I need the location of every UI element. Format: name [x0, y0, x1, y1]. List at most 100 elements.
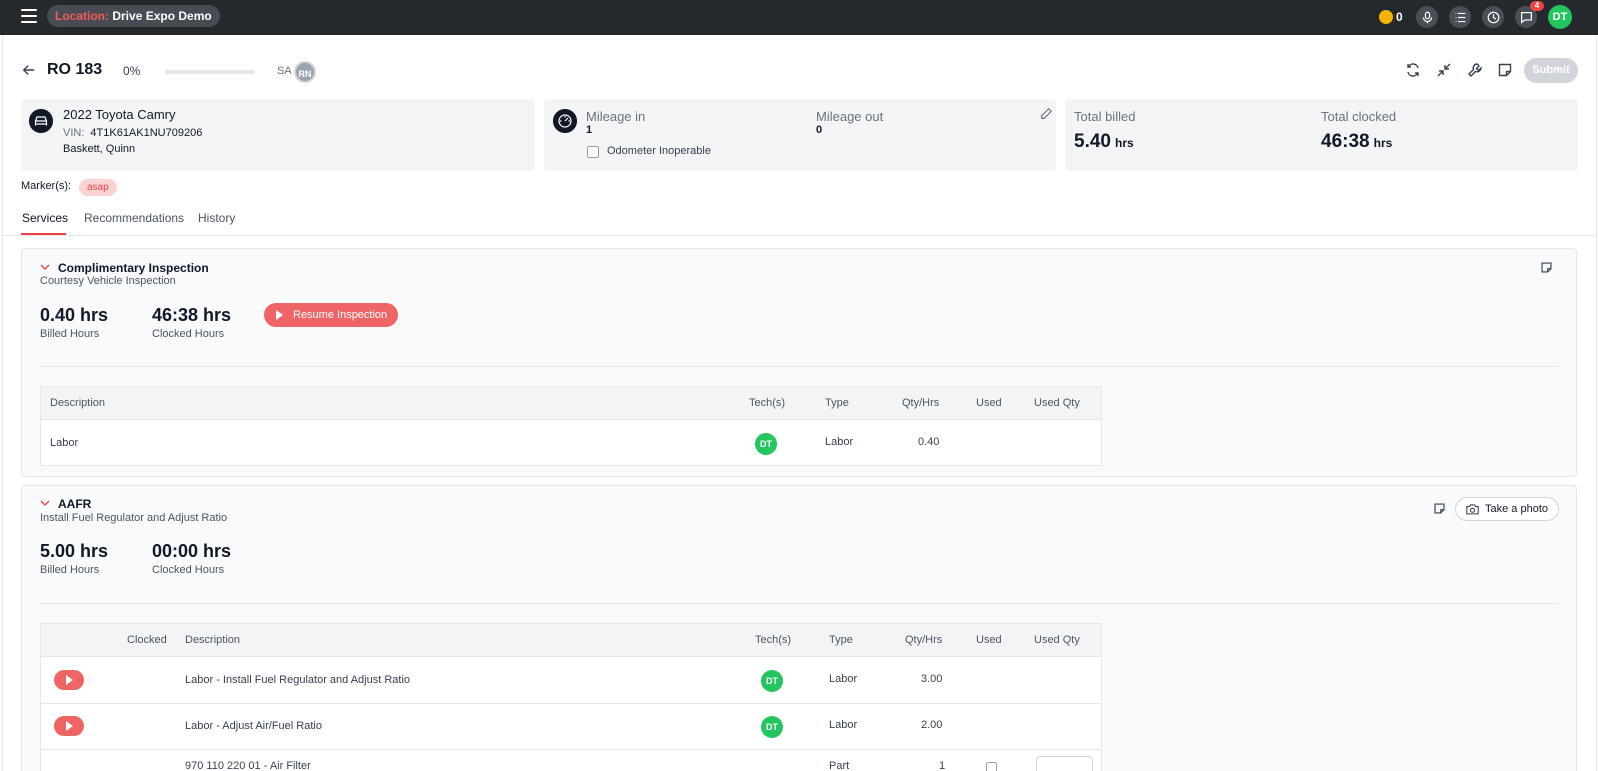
- table-row[interactable]: Labor - Install Fuel Regulator and Adjus…: [41, 658, 1101, 704]
- pencil-icon[interactable]: [1039, 107, 1053, 121]
- note-icon[interactable]: [1540, 261, 1553, 274]
- collapse-icon[interactable]: [1436, 62, 1452, 78]
- mileage-in-label: Mileage in: [586, 109, 646, 124]
- clocked-hours-value: 00:00 hrs: [152, 541, 232, 561]
- tech-avatar[interactable]: DT: [761, 716, 783, 738]
- list-button[interactable]: [1449, 6, 1471, 28]
- column-header: Clocked: [127, 634, 167, 646]
- chat-icon: [1520, 11, 1532, 24]
- column-header: Type: [829, 634, 853, 646]
- column-header: Used Qty: [1034, 634, 1080, 646]
- column-header: Description: [50, 397, 106, 409]
- total-clocked-value: 46:38 hrs: [1321, 131, 1392, 153]
- take-photo-button[interactable]: Take a photo: [1455, 497, 1559, 521]
- aafr-table: Clocked Description Tech(s) Type Qty/Hrs…: [40, 623, 1102, 771]
- column-header: Tech(s): [755, 634, 792, 646]
- microphone-button[interactable]: [1416, 6, 1438, 28]
- user-avatar[interactable]: DT: [1548, 5, 1572, 29]
- mileage-out-label: Mileage out: [816, 109, 884, 124]
- service-subtitle: Courtesy Vehicle Inspection: [40, 275, 176, 287]
- chevron-down-icon[interactable]: [40, 262, 50, 272]
- row-qty: 2.00: [921, 719, 943, 731]
- row-description: 970 110 220 01 - Air Filter: [185, 760, 311, 771]
- vehicle-card: 2022 Toyota Camry VIN: 4T1K61AK1NU709206 …: [21, 99, 535, 171]
- clock-button[interactable]: [1482, 6, 1504, 28]
- take-photo-label: Take a photo: [1485, 503, 1548, 515]
- row-type: Part: [829, 760, 850, 771]
- sa-label: SA: [277, 65, 292, 77]
- play-icon: [66, 721, 73, 731]
- arrow-left-icon[interactable]: [22, 63, 36, 77]
- column-header: Tech(s): [749, 397, 786, 409]
- play-icon: [276, 310, 283, 320]
- note-icon[interactable]: [1497, 62, 1513, 78]
- column-header: Description: [185, 634, 241, 646]
- tab-recommendations[interactable]: Recommendations: [84, 211, 184, 225]
- odometer-inoperable-label: Odometer Inoperable: [607, 145, 711, 157]
- location-selector[interactable]: Location: Drive Expo Demo: [47, 5, 220, 27]
- row-description: Labor - Install Fuel Regulator and Adjus…: [185, 674, 411, 686]
- table-row[interactable]: Labor DT Labor 0.40: [41, 421, 1101, 467]
- notification-badge: 4: [1530, 1, 1544, 11]
- column-header: Qty/Hrs: [902, 397, 940, 409]
- table-row[interactable]: 970 110 220 01 - Air Filter Part 1: [41, 750, 1101, 771]
- tech-avatar[interactable]: DT: [761, 670, 783, 692]
- microphone-icon: [1422, 11, 1432, 23]
- section-divider: [40, 603, 1558, 604]
- clocked-hours-label: Clocked Hours: [152, 564, 225, 576]
- billed-hours-label: Billed Hours: [40, 328, 100, 340]
- totals-card: Total billed 5.40 hrs Total clocked 46:38…: [1065, 99, 1578, 171]
- location-label: Location:: [55, 9, 109, 23]
- total-billed-number: 5.40: [1074, 131, 1111, 152]
- tab-services[interactable]: Services: [22, 211, 68, 225]
- tech-avatar[interactable]: DT: [755, 433, 777, 455]
- total-billed-value: 5.40 hrs: [1074, 131, 1134, 153]
- clocked-hours-label: Clocked Hours: [152, 328, 225, 340]
- service-advisor-avatar[interactable]: RN: [294, 61, 316, 83]
- note-icon[interactable]: [1433, 502, 1446, 515]
- odometer-inoperable-checkbox[interactable]: [587, 146, 599, 158]
- car-icon: [29, 109, 53, 133]
- table-row[interactable]: Labor - Adjust Air/Fuel Ratio DT Labor 2…: [41, 704, 1101, 750]
- location-name: Drive Expo Demo: [112, 9, 212, 23]
- row-type: Labor: [829, 719, 858, 731]
- frame-border-right: [1596, 35, 1597, 771]
- service-subtitle: Install Fuel Regulator and Adjust Ratio: [40, 512, 228, 524]
- service-title: Complimentary Inspection: [58, 261, 209, 275]
- coin-icon: [1379, 10, 1393, 24]
- billed-hours-label: Billed Hours: [40, 564, 100, 576]
- total-clocked-unit: hrs: [1373, 136, 1393, 150]
- submit-button[interactable]: Submit: [1524, 58, 1578, 83]
- chevron-down-icon[interactable]: [40, 498, 50, 508]
- resume-inspection-button[interactable]: Resume Inspection: [264, 303, 398, 327]
- column-header: Used: [976, 397, 1002, 409]
- clock-in-button[interactable]: [54, 716, 84, 736]
- total-billed-label: Total billed: [1074, 109, 1136, 124]
- wrench-icon[interactable]: [1467, 62, 1483, 78]
- inspection-table: Description Tech(s) Type Qty/Hrs Used Us…: [40, 386, 1102, 466]
- speedometer-icon: [553, 109, 577, 133]
- tab-history[interactable]: History: [198, 211, 235, 225]
- used-checkbox[interactable]: [986, 762, 997, 771]
- coin-count: 0: [1396, 10, 1403, 24]
- camera-icon: [1466, 504, 1479, 515]
- column-header: Type: [825, 397, 849, 409]
- used-qty-input[interactable]: [1036, 756, 1093, 771]
- billed-hours-value: 5.00 hrs: [40, 541, 109, 561]
- row-qty: 0.40: [918, 436, 940, 448]
- ro-progress-bar: [165, 70, 255, 74]
- table-header: Clocked Description Tech(s) Type Qty/Hrs…: [41, 624, 1101, 657]
- marker-badge[interactable]: asap: [79, 179, 117, 196]
- vehicle-vin: VIN: 4T1K61AK1NU709206: [63, 127, 202, 139]
- hamburger-icon[interactable]: [21, 9, 37, 23]
- top-bar: Location: Drive Expo Demo 0 4 DT: [0, 0, 1598, 35]
- tabs-divider: [3, 235, 1596, 236]
- row-qty: 1: [939, 760, 946, 771]
- row-qty: 3.00: [921, 673, 943, 685]
- refresh-icon[interactable]: [1405, 62, 1421, 78]
- clock-in-button[interactable]: [54, 670, 84, 690]
- markers-label: Marker(s):: [21, 180, 72, 192]
- row-type: Labor: [825, 436, 854, 448]
- list-icon: [1455, 12, 1465, 22]
- total-clocked-label: Total clocked: [1321, 109, 1397, 124]
